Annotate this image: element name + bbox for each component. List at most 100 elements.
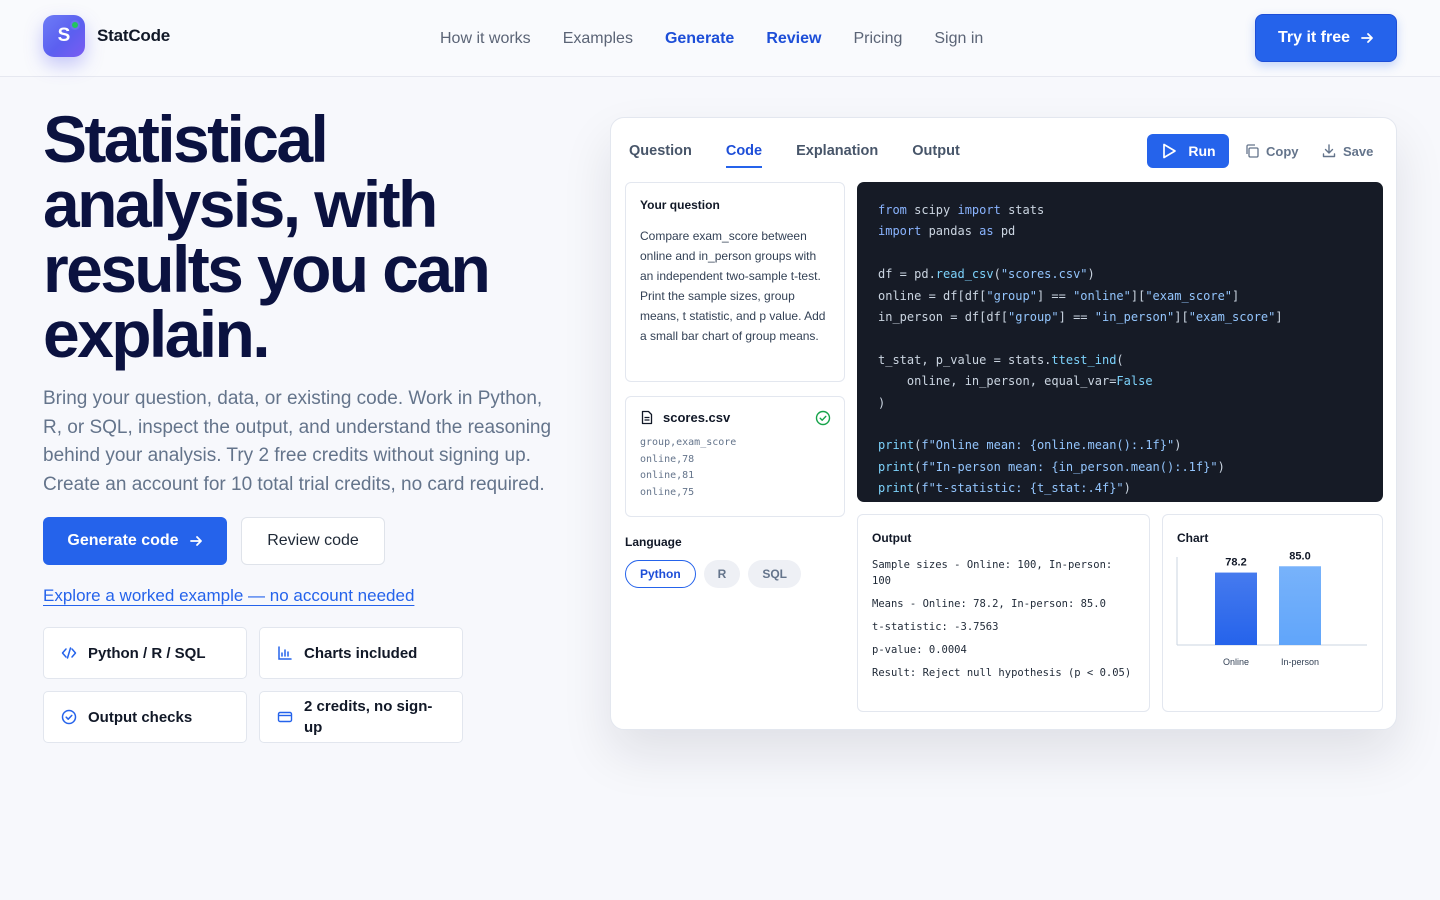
code-line: print(f"Online mean: {online.mean():.1f}… bbox=[878, 438, 1182, 453]
file-line: online,81 bbox=[640, 470, 695, 481]
check-circle-icon bbox=[815, 410, 831, 426]
file-line: online,78 bbox=[640, 453, 695, 465]
try-it-free-button[interactable]: Try it free bbox=[1255, 14, 1397, 62]
bar-chart: 78.2 Online 85.0 In-person bbox=[1176, 550, 1367, 667]
hero-title-line: results you can bbox=[43, 232, 491, 306]
bar-value-label: 85.0 bbox=[1289, 550, 1310, 562]
copy-label: Copy bbox=[1266, 143, 1299, 159]
generate-code-button[interactable]: Generate code bbox=[43, 517, 227, 565]
language-option-r[interactable]: R bbox=[703, 560, 741, 588]
arrow-right-icon bbox=[1361, 33, 1373, 43]
bar-online bbox=[1215, 572, 1257, 645]
code-line: t_stat, p_value = stats.ttest_ind( bbox=[878, 352, 1124, 367]
code-line: print(f"In-person mean: {in_person.mean(… bbox=[878, 459, 1225, 474]
site-header: S StatCode How it works Examples Generat… bbox=[0, 0, 1440, 77]
try-it-free-label: Try it free bbox=[1277, 29, 1351, 46]
feature-label: Python / R / SQL bbox=[88, 644, 206, 662]
logo-mark-icon: S bbox=[43, 15, 85, 57]
question-text: Compare exam_score between online and in… bbox=[640, 229, 826, 343]
main-nav: How it works Examples Generate Review Pr… bbox=[440, 29, 1015, 49]
tab-question[interactable]: Question bbox=[629, 143, 692, 159]
tab-explanation[interactable]: Explanation bbox=[796, 143, 878, 159]
panel-tabs: Question Code Explanation Output bbox=[629, 143, 994, 168]
file-line: group,exam_score bbox=[640, 437, 737, 448]
output-line: p-value: 0.0004 bbox=[872, 644, 967, 656]
run-button[interactable]: Run bbox=[1147, 134, 1229, 168]
file-name: scores.csv bbox=[663, 410, 731, 425]
copy-button[interactable]: Copy bbox=[1244, 143, 1299, 159]
question-card: Your question Compare exam_score between… bbox=[625, 182, 845, 382]
review-code-button[interactable]: Review code bbox=[241, 517, 385, 565]
language-option-python[interactable]: Python bbox=[625, 560, 696, 588]
code-line: print(f"t-statistic: {t_stat:.4f}") bbox=[878, 481, 1131, 496]
file-card[interactable]: scores.csv group,exam_score online,78 on… bbox=[625, 396, 845, 517]
tab-code[interactable]: Code bbox=[725, 143, 763, 168]
nav-sign-in[interactable]: Sign in bbox=[934, 29, 983, 49]
output-line: Means - Online: 78.2, In-person: 85.0 bbox=[872, 598, 1106, 610]
output-line: Sample sizes - Online: 100, In-person: 1… bbox=[872, 559, 1113, 587]
feature-credits: 2 credits, no sign-up bbox=[259, 691, 463, 743]
nav-generate[interactable]: Generate bbox=[665, 29, 734, 49]
hero-title: Statistical analysis, with results you c… bbox=[43, 102, 563, 371]
code-line: ) bbox=[878, 395, 886, 410]
feature-languages: Python / R / SQL bbox=[43, 627, 247, 679]
check-circle-icon bbox=[60, 708, 78, 726]
file-line: online,75 bbox=[640, 486, 695, 498]
hero-subtitle: Bring your question, data, or existing c… bbox=[43, 388, 552, 495]
code-line: online = df[df["group"] == "online"]["ex… bbox=[878, 288, 1240, 303]
credit-card-icon bbox=[276, 708, 294, 726]
run-label: Run bbox=[1188, 143, 1216, 159]
code-icon bbox=[60, 644, 78, 662]
nav-how-it-works[interactable]: How it works bbox=[440, 29, 531, 49]
file-header: scores.csv bbox=[640, 410, 830, 425]
code-line: df = pd.read_csv("scores.csv") bbox=[878, 267, 1095, 282]
bar-in-person bbox=[1279, 566, 1321, 645]
save-button[interactable]: Save bbox=[1321, 143, 1373, 159]
file-preview: group,exam_score online,78 online,81 onl… bbox=[640, 435, 830, 501]
bar-category-label: In-person bbox=[1281, 657, 1319, 667]
tab-output[interactable]: Output bbox=[912, 143, 960, 159]
feature-label: 2 credits, no sign-up bbox=[304, 698, 433, 736]
hero-title-line: explain. bbox=[43, 297, 271, 371]
code-line: in_person = df[df["group"] == "in_person… bbox=[878, 309, 1283, 324]
code-line: from scipy import stats bbox=[878, 203, 1045, 217]
feature-charts: Charts included bbox=[259, 627, 463, 679]
question-label: Your question bbox=[640, 198, 720, 212]
generate-code-label: Generate code bbox=[67, 532, 179, 549]
code-line: online, in_person, equal_var=False bbox=[878, 374, 1153, 389]
download-icon bbox=[1322, 144, 1336, 158]
nav-pricing[interactable]: Pricing bbox=[853, 29, 902, 49]
bar-value-label: 78.2 bbox=[1225, 557, 1246, 569]
bar-category-label: Online bbox=[1223, 657, 1249, 667]
hero-title-line: Statistical bbox=[43, 102, 329, 176]
code-editor[interactable]: from scipy import stats import pandas as … bbox=[857, 182, 1383, 502]
save-label: Save bbox=[1343, 143, 1374, 159]
play-icon bbox=[1163, 143, 1177, 159]
copy-icon bbox=[1246, 144, 1259, 158]
worked-example-link[interactable]: Explore a worked example — no account ne… bbox=[43, 586, 414, 606]
logo-letter: S bbox=[57, 25, 71, 46]
code-line: import pandas as pd bbox=[878, 224, 1016, 239]
nav-examples[interactable]: Examples bbox=[563, 29, 633, 49]
language-label: Language bbox=[625, 535, 682, 549]
brand-name: StatCode bbox=[97, 26, 171, 45]
output-title: Output bbox=[872, 531, 912, 545]
arrow-right-icon bbox=[189, 536, 202, 546]
language-option-sql[interactable]: SQL bbox=[748, 560, 802, 588]
output-card: Output Sample sizes - Online: 100, In-pe… bbox=[857, 514, 1150, 712]
logo[interactable]: S StatCode bbox=[43, 15, 170, 57]
hero-title-line: analysis, with bbox=[43, 167, 438, 241]
feature-output-checks: Output checks bbox=[43, 691, 247, 743]
nav-review[interactable]: Review bbox=[766, 29, 821, 49]
status-dot-icon bbox=[70, 20, 80, 30]
language-selector: Python R SQL bbox=[625, 560, 802, 588]
chart-card: Chart 78.2 Online 85.0 In-person bbox=[1162, 514, 1383, 712]
output-line: t-statistic: -3.7563 bbox=[872, 621, 999, 633]
file-icon bbox=[641, 410, 653, 425]
feature-label: Charts included bbox=[304, 644, 418, 662]
feature-label: Output checks bbox=[88, 708, 193, 726]
output-line: Result: Reject null hypothesis (p < 0.05… bbox=[872, 667, 1132, 679]
